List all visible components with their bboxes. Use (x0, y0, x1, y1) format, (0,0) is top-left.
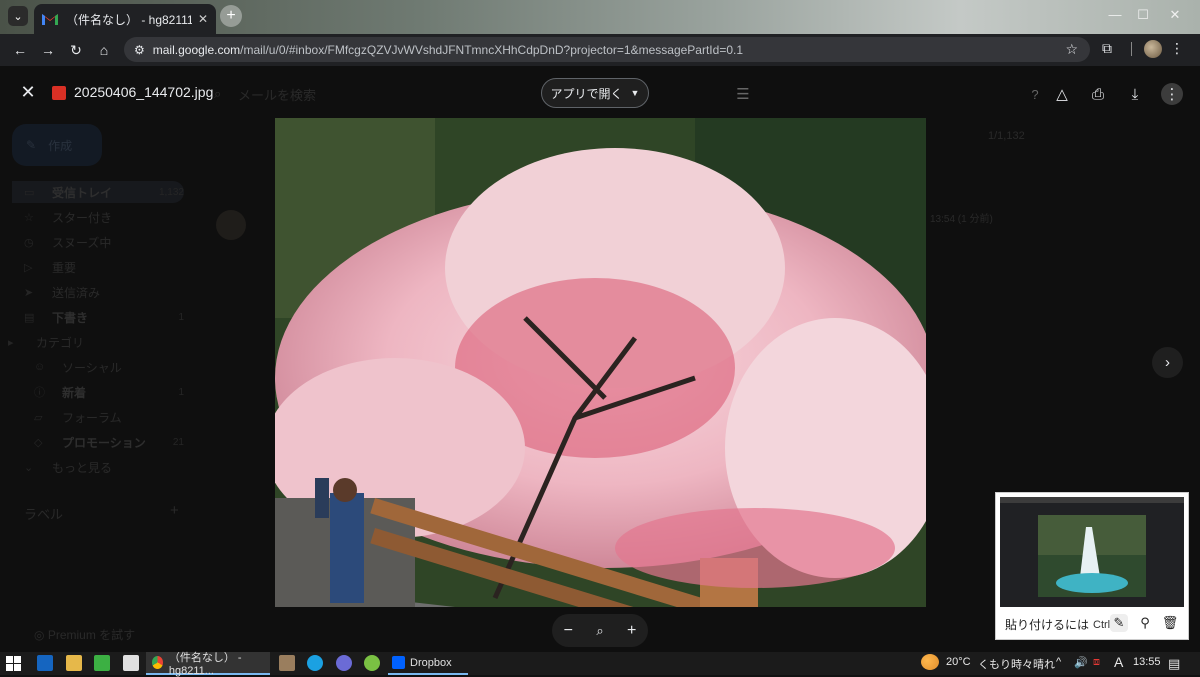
tray-chevron-up-icon[interactable]: ^ (1056, 656, 1061, 668)
leaf-app-icon[interactable] (364, 655, 380, 671)
close-tab-icon[interactable]: ✕ (198, 12, 208, 26)
weather-temp[interactable]: 20°C (946, 656, 971, 668)
taskbar-dropbox-window[interactable]: Dropbox (388, 652, 468, 675)
settings-tune-icon: ☰ (736, 86, 750, 103)
attachment-image-blossoms (275, 118, 926, 607)
edit-pen-icon[interactable]: ✎ (1110, 614, 1128, 632)
trash-icon[interactable]: 🗑 (1161, 614, 1179, 632)
taskbar-chrome-title: （件名なし） - hg8211... (168, 651, 242, 677)
print-icon[interactable]: ⎙ (1087, 83, 1109, 105)
zoom-controls: − ⌕ + (552, 614, 648, 647)
zoom-out-icon[interactable]: − (564, 622, 573, 640)
minimize-icon[interactable]: — (1103, 7, 1127, 22)
link-icon[interactable]: ⚲ (1136, 614, 1154, 632)
open-with-label: アプリで開く (550, 86, 623, 101)
open-with-app-button[interactable]: アプリで開く ▼ (541, 78, 649, 108)
chrome-icon (152, 656, 163, 669)
add-to-drive-icon[interactable]: △ (1051, 83, 1073, 105)
chevron-right-icon: › (1165, 354, 1170, 371)
edge-icon[interactable] (307, 655, 323, 671)
address-bar[interactable]: ⚙ mail.google.com /mail/u/0/#inbox/FMfcg… (124, 37, 1090, 62)
site-info-icon[interactable]: ⚙ (134, 43, 145, 57)
more-options-icon[interactable]: ⋮ (1161, 83, 1183, 105)
image-file-icon (52, 86, 66, 100)
maximize-icon[interactable]: ☐ (1131, 7, 1155, 23)
dropbox-icon (392, 656, 405, 669)
attachment-file-name: 20250406_144702.jpg (74, 84, 214, 100)
close-window-icon[interactable]: ✕ (1163, 7, 1187, 23)
zoom-in-icon[interactable]: + (627, 622, 636, 640)
paste-hint-text: 貼り付けるには (1005, 618, 1090, 632)
next-attachment-button[interactable]: › (1152, 347, 1183, 378)
bookmark-star-icon[interactable]: ☆ (1065, 41, 1078, 58)
clipboard-thumbnail[interactable] (1000, 497, 1184, 607)
ime-indicator[interactable]: A (1114, 654, 1123, 670)
tab-search-button[interactable]: ⌄ (8, 6, 28, 26)
chevron-down-icon: ⌄ (13, 10, 23, 23)
toolbar-divider (1131, 42, 1132, 56)
gmail-logo-icon (42, 13, 58, 25)
outlook-icon[interactable] (37, 655, 53, 671)
taskbar-chrome-window[interactable]: （件名なし） - hg8211... (146, 651, 270, 677)
reload-icon[interactable]: ↻ (66, 40, 86, 60)
file-explorer-icon[interactable] (66, 655, 82, 671)
help-icon: ? (1031, 86, 1039, 102)
weather-text[interactable]: くもり時々晴れ (978, 656, 1055, 672)
weather-icon[interactable] (921, 654, 939, 670)
extensions-puzzle-icon[interactable]: ⧉ (1102, 40, 1112, 57)
tab-title: （件名なし） - hg821111@gma (66, 12, 192, 27)
close-viewer-icon[interactable]: ✕ (18, 82, 38, 102)
notification-icon[interactable]: ▤ (1168, 656, 1180, 672)
clock-time[interactable]: 13:55 (1133, 656, 1161, 668)
app-tray-icon[interactable]: ⧈ (1093, 656, 1100, 669)
volume-icon[interactable]: 🔊 (1074, 656, 1088, 669)
home-icon[interactable]: ⌂ (94, 40, 114, 60)
zoom-reset-icon[interactable]: ⌕ (596, 623, 603, 639)
download-icon[interactable]: ⤓ (1124, 83, 1146, 105)
browser-tab-gmail[interactable]: （件名なし） - hg821111@gma ✕ (34, 4, 216, 34)
forward-arrow-icon[interactable]: → (38, 40, 58, 60)
taskbar-dropbox-title: Dropbox (410, 656, 452, 669)
url-host: mail.google.com (152, 42, 241, 57)
url-path: /mail/u/0/#inbox/FMfcgzQZVJvWVshdJFNTmnc… (240, 42, 744, 57)
eye-app-icon[interactable] (336, 655, 352, 671)
back-arrow-icon[interactable]: ← (10, 40, 30, 60)
windows-start-icon[interactable] (6, 656, 21, 671)
caret-down-icon: ▼ (630, 88, 640, 98)
notepad-icon[interactable] (123, 655, 139, 671)
new-tab-button[interactable]: + (220, 5, 242, 27)
green-app-icon[interactable] (94, 655, 110, 671)
clipboard-paste-hint: 貼り付けるには Ctrl (1005, 616, 1110, 633)
profile-avatar[interactable] (1144, 40, 1162, 58)
media-app-icon[interactable] (279, 655, 295, 671)
paste-hint-key: Ctrl (1093, 618, 1111, 631)
browser-menu-icon[interactable]: ⋮ (1170, 40, 1184, 57)
